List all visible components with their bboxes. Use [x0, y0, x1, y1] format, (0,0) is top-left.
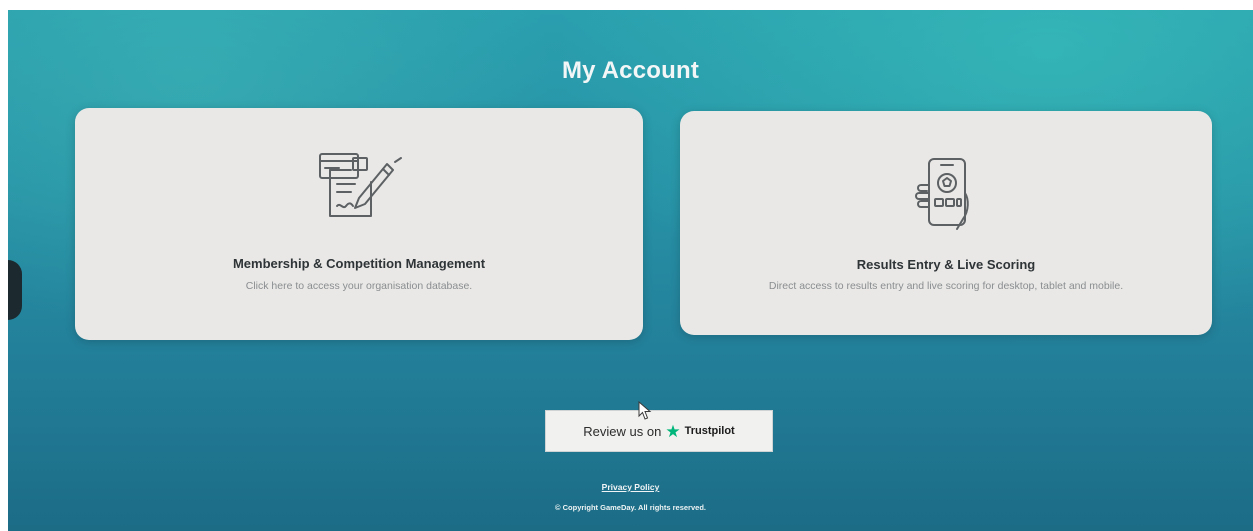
trustpilot-review-button[interactable]: Review us on ★ Trustpilot [545, 410, 773, 452]
trustpilot-brand: Trustpilot [684, 425, 735, 437]
results-live-scoring-card[interactable]: Results Entry & Live Scoring Direct acce… [680, 111, 1212, 335]
card-description: Click here to access your organisation d… [245, 280, 473, 292]
card-title: Membership & Competition Management [232, 256, 486, 271]
copyright-text: © Copyright GameDay. All rights reserved… [555, 503, 706, 512]
card-title: Results Entry & Live Scoring [856, 257, 1036, 272]
card-description: Direct access to results entry and live … [768, 280, 1124, 292]
monitor-bezel-edge [8, 260, 22, 320]
page-title: My Account [561, 57, 700, 84]
mobile-scoring-icon [911, 153, 981, 240]
privacy-policy-link[interactable]: Privacy Policy [8, 482, 1253, 492]
document-pen-icon [309, 144, 409, 229]
account-screen: My Account Membership & Competition Mana… [8, 10, 1253, 531]
mouse-cursor-icon [638, 400, 652, 426]
membership-management-card[interactable]: Membership & Competition Management Clic… [75, 108, 643, 340]
star-icon: ★ [665, 421, 681, 441]
